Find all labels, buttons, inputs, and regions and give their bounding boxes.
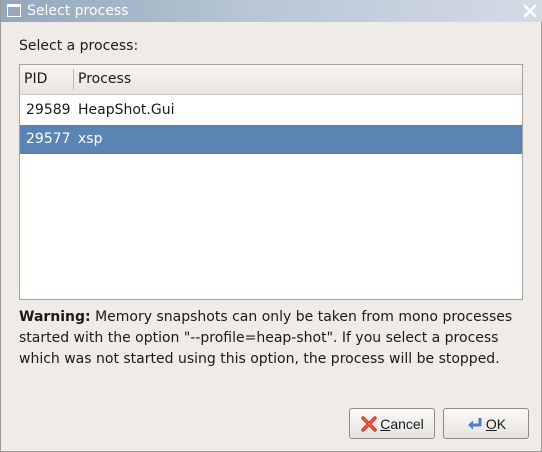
pid-cell: 29589 (26, 102, 71, 118)
warning-text: Memory snapshots can only be taken from … (19, 309, 513, 367)
select-process-dialog: Select process Select a process: PID Pro… (0, 0, 542, 452)
column-header-pid[interactable]: PID (24, 65, 47, 94)
ok-arrow-icon (467, 417, 482, 429)
cancel-button[interactable]: Cancel (349, 408, 435, 439)
window-icon (7, 4, 21, 17)
close-icon[interactable] (523, 4, 537, 18)
process-list[interactable]: PID Process 29589 HeapShot.Gui 29577 xsp (19, 64, 523, 300)
cancel-label: Cancel (380, 415, 424, 432)
warning-message: Warning: Memory snapshots can only be ta… (19, 307, 519, 370)
ok-label: OK (485, 415, 507, 432)
pid-cell: 29577 (26, 131, 71, 147)
warning-label: Warning: (19, 309, 91, 325)
window-title: Select process (27, 3, 129, 19)
process-name-cell: xsp (78, 131, 103, 147)
cancel-x-icon (361, 415, 377, 432)
process-row-0[interactable]: 29589 HeapShot.Gui (20, 96, 522, 125)
column-separator[interactable] (73, 69, 74, 90)
process-name-cell: HeapShot.Gui (78, 102, 175, 118)
process-row-1[interactable]: 29577 xsp (20, 125, 522, 154)
ok-button[interactable]: OK (443, 408, 529, 439)
column-header-process[interactable]: Process (78, 65, 131, 94)
list-header: PID Process (20, 65, 522, 95)
select-process-label: Select a process: (19, 38, 139, 54)
title-bar[interactable]: Select process (1, 0, 542, 22)
